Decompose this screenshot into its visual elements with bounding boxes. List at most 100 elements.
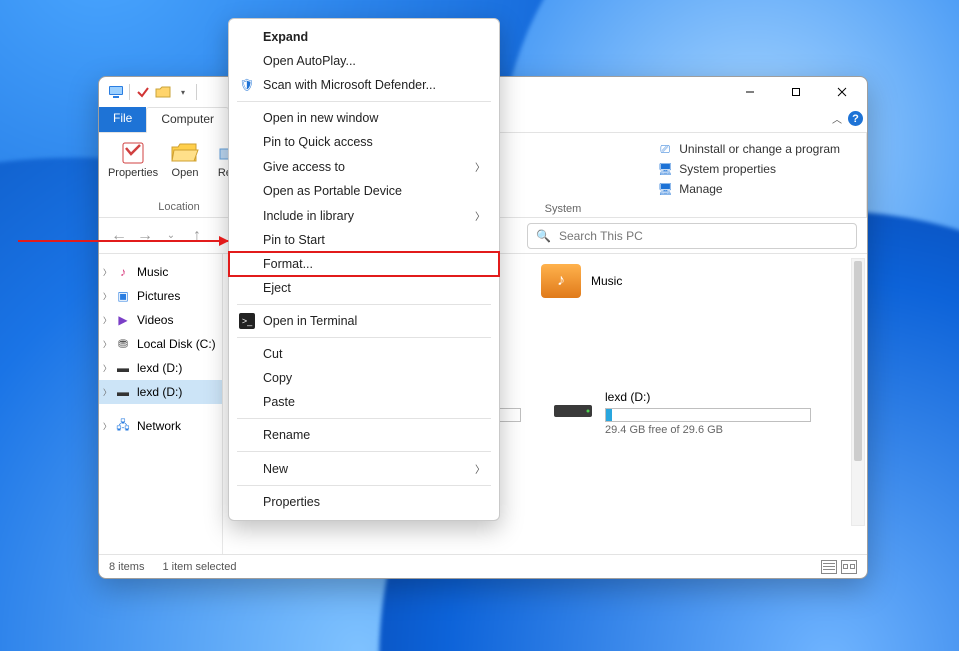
ctx-item-label: Give access to [263,160,345,174]
music-icon: ♪ [115,264,131,280]
ribbon-manage[interactable]: 🖥Manage [657,181,840,197]
ctx-pin-to-quick-access[interactable]: Pin to Quick access [229,130,499,154]
qat-dropdown-icon[interactable]: ▾ [174,83,192,101]
tab-file[interactable]: File [99,107,146,132]
minimize-button[interactable] [727,77,773,107]
ctx-item-label: Copy [263,371,292,385]
sidebar-item-lexd-d-[interactable]: 〉▬lexd (D:) [99,380,222,404]
check-icon[interactable] [134,83,152,101]
shield-icon: 🛡 [239,77,255,93]
expand-caret-icon[interactable]: 〉 [103,267,111,278]
context-separator [237,337,491,338]
ribbon-properties[interactable]: Properties [109,137,157,179]
sidebar-item-label: Videos [137,313,173,327]
ctx-paste[interactable]: Paste [229,390,499,414]
status-bar: 8 items 1 item selected [99,554,867,578]
ctx-item-label: Pin to Start [263,233,325,247]
ctx-give-access-to[interactable]: Give access to 〉 [229,154,499,179]
manage-icon: 🖥 [657,181,673,197]
expand-caret-icon[interactable]: 〉 [103,421,111,432]
ribbon-uninstall[interactable]: ⎚Uninstall or change a program [657,141,840,157]
folder-open-icon [170,139,200,167]
expand-caret-icon[interactable]: 〉 [103,363,111,374]
ctx-copy[interactable]: Copy [229,366,499,390]
ctx-item-label: Scan with Microsoft Defender... [263,78,436,92]
folder-qat-icon[interactable] [154,83,172,101]
ctx-open-as-portable-device[interactable]: Open as Portable Device [229,179,499,203]
ribbon-open-label: Open [172,167,199,179]
properties-icon [118,139,148,167]
nav-pane: 〉♪Music〉▣Pictures〉▶Videos〉⛃Local Disk (C… [99,254,223,554]
ctx-item-label: Open AutoPlay... [263,54,356,68]
ctx-cut[interactable]: Cut [229,342,499,366]
maximize-button[interactable] [773,77,819,107]
folder-music[interactable]: ♪Music [541,260,791,302]
context-separator [237,451,491,452]
monitor-icon[interactable] [107,83,125,101]
sidebar-item-local-disk-c-[interactable]: 〉⛃Local Disk (C:) [99,332,222,356]
close-button[interactable] [819,77,865,107]
ctx-item-label: Pin to Quick access [263,135,373,149]
ribbon-sysprops[interactable]: 🖥System properties [657,161,840,177]
sidebar-item-label: lexd (D:) [137,361,182,375]
context-separator [237,485,491,486]
scrollbar-thumb[interactable] [854,261,862,461]
ribbon-properties-label: Properties [108,167,158,179]
status-selected-count: 1 item selected [162,561,236,573]
ctx-item-label: Properties [263,495,320,509]
quick-access-toolbar: ▾ [101,83,199,101]
expand-caret-icon[interactable]: 〉 [103,339,111,350]
ribbon-open[interactable]: Open [161,137,209,179]
ctx-item-label: Open in new window [263,111,378,125]
ctx-scan-with-microsoft-defender[interactable]: 🛡 Scan with Microsoft Defender... [229,73,499,97]
help-icon[interactable]: ? [848,111,863,126]
expand-caret-icon[interactable]: 〉 [103,387,111,398]
context-separator [237,304,491,305]
icons-view-button[interactable] [841,560,857,574]
submenu-arrow-icon: 〉 [475,208,485,223]
ctx-open-in-terminal[interactable]: >_Open in Terminal [229,309,499,333]
sidebar-item-lexd-d-[interactable]: 〉▬lexd (D:) [99,356,222,380]
collapse-ribbon-icon[interactable]: ︿ [832,111,842,126]
sidebar-item-network[interactable]: 〉🖧Network [99,414,222,438]
window-controls [727,77,865,107]
ctx-expand[interactable]: Expand [229,25,499,49]
expand-caret-icon[interactable]: 〉 [103,291,111,302]
expand-caret-icon[interactable]: 〉 [103,315,111,326]
ctx-include-in-library[interactable]: Include in library 〉 [229,203,499,228]
ctx-open-autoplay[interactable]: Open AutoPlay... [229,49,499,73]
uninstall-icon: ⎚ [657,141,673,157]
drive-lexd-d-[interactable]: lexd (D:)29.4 GB free of 29.6 GB [551,390,811,436]
folder-label: Music [591,274,622,288]
sidebar-item-label: Pictures [137,289,180,303]
network-icon: 🖧 [115,418,131,434]
ctx-properties[interactable]: Properties [229,490,499,514]
ctx-item-label: Rename [263,428,310,442]
search-placeholder: Search This PC [559,229,643,243]
ctx-open-in-new-window[interactable]: Open in new window [229,106,499,130]
sidebar-item-music[interactable]: 〉 ♪ Music [99,260,222,284]
vertical-scrollbar[interactable] [851,258,865,526]
usb-icon: ▬ [115,384,131,400]
monitor-small-icon: 🖥 [657,161,673,177]
details-view-button[interactable] [821,560,837,574]
drive-usage-bar [605,408,811,422]
ctx-eject[interactable]: Eject [229,276,499,300]
ctx-pin-to-start[interactable]: Pin to Start [229,228,499,252]
context-separator [237,101,491,102]
tab-computer[interactable]: Computer [146,107,229,133]
submenu-arrow-icon: 〉 [475,159,485,174]
ctx-item-label: Eject [263,281,291,295]
submenu-arrow-icon: 〉 [475,461,485,476]
videos-icon: ▶ [115,312,131,328]
sidebar-item-label: Local Disk (C:) [137,337,216,351]
ctx-rename[interactable]: Rename [229,423,499,447]
ctx-new[interactable]: New〉 [229,456,499,481]
sidebar-item-videos[interactable]: 〉 ▶ Videos [99,308,222,332]
ctx-format[interactable]: Format... [229,252,499,276]
ctx-item-label: Include in library [263,209,354,223]
sidebar-item-pictures[interactable]: 〉▣Pictures [99,284,222,308]
annotation-arrow [18,240,228,242]
sidebar-item-label: Music [137,265,168,279]
search-box[interactable]: 🔍 Search This PC [527,223,857,249]
